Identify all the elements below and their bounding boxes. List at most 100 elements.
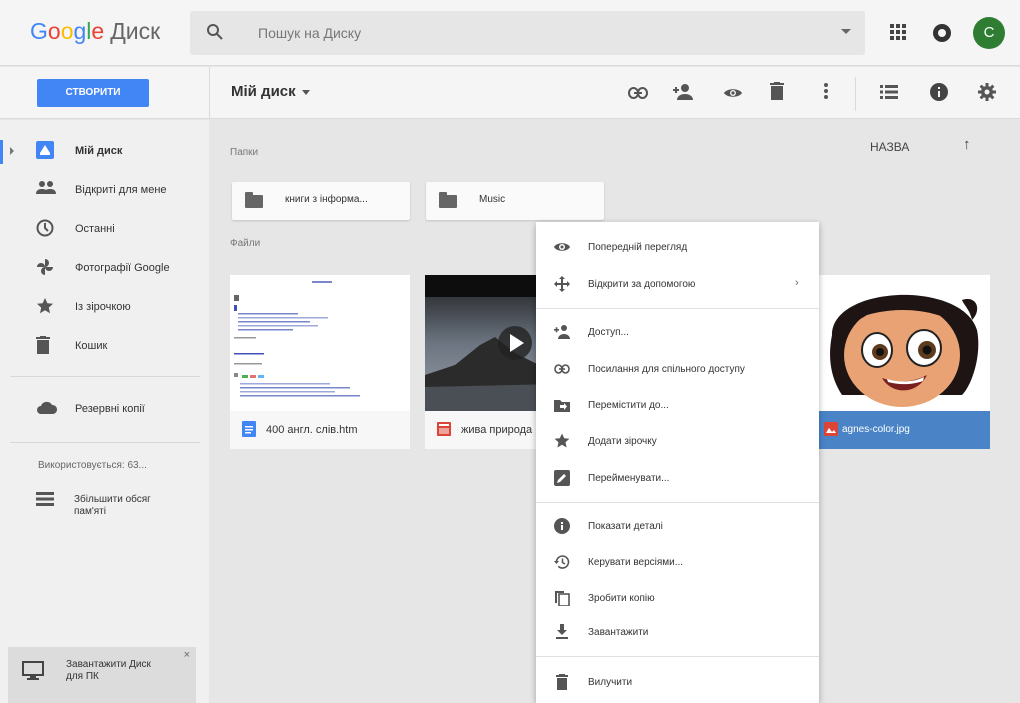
search-options-dropdown-icon[interactable] bbox=[841, 29, 851, 34]
info-icon[interactable] bbox=[930, 83, 948, 101]
move-folder-icon bbox=[554, 400, 570, 412]
add-person-icon[interactable] bbox=[672, 83, 694, 101]
folders-heading: Папки bbox=[230, 147, 259, 158]
cartoon-girl-image bbox=[812, 275, 990, 411]
search-input[interactable]: Пошук на Диску bbox=[258, 25, 361, 41]
document-thumbnail bbox=[230, 275, 410, 411]
breadcrumb[interactable]: Мій диск bbox=[231, 83, 310, 100]
toolbar: СТВОРИТИ Мій диск bbox=[0, 67, 1020, 119]
menu-item-move-to[interactable]: Перемістити до... bbox=[536, 388, 819, 422]
image-thumbnail bbox=[812, 275, 990, 411]
sort-by-name-button[interactable]: НАЗВА bbox=[870, 140, 909, 154]
sidebar-item-my-drive[interactable]: Мій диск bbox=[0, 134, 209, 170]
folder-icon bbox=[439, 192, 457, 208]
preview-eye-icon[interactable] bbox=[723, 86, 743, 100]
settings-icon[interactable] bbox=[978, 83, 996, 101]
menu-item-remove[interactable]: Вилучити bbox=[536, 665, 819, 699]
trash-icon[interactable] bbox=[770, 82, 784, 100]
menu-item-label: Показати деталі bbox=[588, 521, 663, 532]
menu-item-rename[interactable]: Перейменувати... bbox=[536, 461, 819, 495]
list-view-icon[interactable] bbox=[880, 85, 898, 99]
sidebar-item-starred[interactable]: Із зірочкою bbox=[0, 290, 209, 326]
sidebar-item-label: Кошик bbox=[75, 340, 108, 352]
create-button[interactable]: СТВОРИТИ bbox=[37, 79, 149, 107]
sort-direction-arrow-icon[interactable]: ↑ bbox=[963, 136, 971, 153]
sidebar-item-label: Резервні копії bbox=[75, 403, 145, 415]
upgrade-storage-link[interactable]: Збільшити обсяг пам'яті bbox=[36, 492, 151, 517]
menu-item-label: Посилання для спільного доступу bbox=[588, 364, 745, 375]
download-drive-label: Завантажити Диск для ПК bbox=[66, 659, 151, 682]
sidebar-item-backups[interactable]: Резервні копії bbox=[0, 392, 209, 428]
download-drive-promo[interactable]: Завантажити Диск для ПК × bbox=[8, 647, 196, 703]
menu-item-label: Вилучити bbox=[588, 677, 633, 688]
sidebar-item-shared[interactable]: Відкриті для мене bbox=[0, 173, 209, 209]
product-name: Диск bbox=[110, 18, 161, 44]
image-file-icon bbox=[824, 422, 838, 436]
files-heading: Файли bbox=[230, 238, 261, 249]
menu-item-preview[interactable]: Попередній перегляд bbox=[536, 230, 819, 264]
menu-item-download[interactable]: Завантажити bbox=[536, 615, 819, 649]
divider bbox=[209, 67, 210, 119]
folder-item[interactable]: Music bbox=[426, 182, 604, 220]
search-box[interactable]: Пошук на Диску bbox=[190, 11, 865, 55]
upgrade-storage-label: Збільшити обсяг пам'яті bbox=[74, 494, 151, 517]
page-title: Мій диск bbox=[231, 83, 296, 100]
menu-item-label: Перейменувати... bbox=[588, 473, 670, 484]
file-name: agnes-color.jpg bbox=[842, 424, 910, 435]
file-caption: 400 англ. слів.htm bbox=[230, 411, 410, 449]
clock-icon bbox=[36, 219, 54, 237]
copy-icon bbox=[555, 591, 570, 606]
folder-item[interactable]: книги з інформа... bbox=[232, 182, 410, 220]
notifications-icon[interactable] bbox=[933, 24, 951, 42]
more-vert-icon[interactable] bbox=[823, 82, 829, 100]
drive-icon bbox=[36, 141, 54, 159]
menu-item-make-copy[interactable]: Зробити копію bbox=[536, 581, 819, 615]
menu-divider bbox=[536, 502, 819, 503]
expand-arrow-icon[interactable] bbox=[10, 147, 14, 155]
search-icon[interactable] bbox=[206, 23, 224, 41]
link-icon[interactable] bbox=[628, 87, 648, 99]
avatar[interactable]: С bbox=[973, 17, 1005, 49]
sidebar-item-label: Відкриті для мене bbox=[75, 184, 167, 196]
apps-grid-icon[interactable] bbox=[890, 24, 906, 40]
google-drive-logo[interactable]: Google Диск bbox=[30, 18, 160, 45]
menu-item-label: Керувати версіями... bbox=[588, 557, 684, 568]
folder-name: Music bbox=[479, 194, 506, 205]
trash-icon bbox=[556, 674, 568, 690]
add-person-icon bbox=[554, 325, 570, 339]
storage-usage-text: Використовується: 63... bbox=[38, 460, 147, 471]
folder-name: книги з інформа... bbox=[285, 194, 368, 205]
menu-item-manage-versions[interactable]: Керувати версіями... bbox=[536, 545, 819, 579]
folder-icon bbox=[245, 192, 263, 208]
menu-item-label: Доступ... bbox=[588, 327, 629, 338]
file-card-selected[interactable]: agnes-color.jpg bbox=[812, 275, 990, 449]
file-name: жива природа bbox=[461, 424, 533, 436]
menu-item-details[interactable]: Показати деталі bbox=[536, 509, 819, 543]
sidebar: Мій диск Відкриті для мене Останні Фотог… bbox=[0, 120, 209, 703]
close-icon[interactable]: × bbox=[184, 649, 190, 661]
trash-icon bbox=[36, 336, 50, 354]
history-icon bbox=[554, 555, 570, 569]
photos-pinwheel-icon bbox=[37, 259, 53, 275]
sidebar-item-label: Мій диск bbox=[75, 145, 123, 157]
menu-item-get-link[interactable]: Посилання для спільного доступу bbox=[536, 352, 819, 386]
video-file-icon bbox=[437, 422, 451, 436]
shared-people-icon bbox=[36, 181, 56, 194]
document-preview-image bbox=[230, 275, 410, 411]
logo-letter: g bbox=[73, 18, 87, 44]
menu-item-share[interactable]: Доступ... bbox=[536, 315, 819, 349]
star-icon bbox=[554, 433, 570, 448]
sidebar-item-photos[interactable]: Фотографії Google bbox=[0, 251, 209, 287]
menu-item-open-with[interactable]: Відкрити за допомогою › bbox=[536, 267, 819, 301]
divider bbox=[855, 77, 856, 111]
menu-item-add-star[interactable]: Додати зірочку bbox=[536, 424, 819, 458]
sidebar-item-label: Останні bbox=[75, 223, 115, 235]
sidebar-item-recent[interactable]: Останні bbox=[0, 212, 209, 248]
top-bar: Google Диск Пошук на Диску С bbox=[0, 0, 1020, 66]
file-caption: agnes-color.jpg bbox=[812, 411, 990, 449]
sidebar-item-label: Фотографії Google bbox=[75, 262, 170, 274]
file-card[interactable]: 400 англ. слів.htm bbox=[230, 275, 410, 449]
download-icon bbox=[556, 624, 568, 639]
cloud-icon bbox=[37, 401, 58, 414]
sidebar-item-trash[interactable]: Кошик bbox=[0, 329, 209, 365]
